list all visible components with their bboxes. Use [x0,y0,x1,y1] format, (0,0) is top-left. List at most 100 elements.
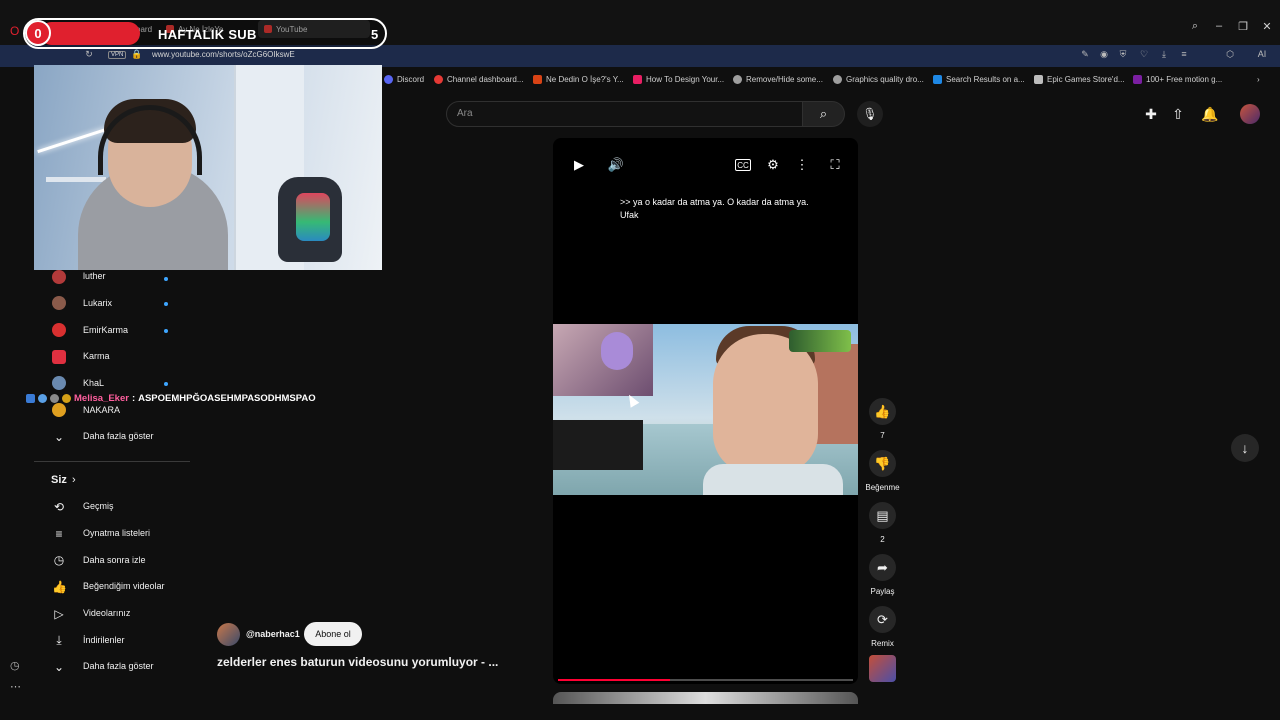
sidebar-divider [34,461,190,462]
sidebar-item-label: Lukarix [83,298,113,308]
clock-icon[interactable]: ◷ [10,659,20,672]
notifications-icon[interactable]: 🔔 [1201,105,1219,123]
thumbs-up-icon: 👍 [52,580,67,594]
chevron-down-icon: ⌄ [53,660,65,674]
youtube-icon [434,75,443,84]
chat-text: ASPOEMHPĞOASEHMPASODHMSPAO [138,392,316,404]
bookmark-channel-dashboard[interactable]: Channel dashboard... [434,75,524,84]
sidebar-item-label: Videolarınız [83,608,131,618]
sidebar-item-label: Daha sonra izle [83,555,146,565]
webcam-feed [34,65,382,270]
thumbs-down-icon: 👎 [874,455,891,471]
url-field[interactable]: www.youtube.com/shorts/oZcG6OIkswE [152,50,295,59]
chevron-right-icon: › [72,474,76,486]
bookmark-label: Search Results on a... [946,75,1025,84]
live-indicator [164,277,168,281]
extension-icon[interactable]: ⬡ [1223,49,1237,60]
bookmark-label: Remove/Hide some... [746,75,823,84]
download-icon[interactable]: ⤓ [1157,49,1171,60]
ai-icon[interactable]: AI [1250,49,1274,59]
search-placeholder: Ara [457,108,473,119]
search-icon: ⌕ [819,106,828,121]
like-button[interactable]: 👍 [869,398,896,425]
comments-button[interactable]: ▤ [869,502,896,529]
more-icon[interactable]: ⋯ [10,680,21,693]
subscribe-button[interactable]: Abone ol [304,622,362,646]
video-frame-inset-streamer [601,332,633,370]
sub-goal-label: HAFTALIK SUB [158,27,257,42]
edit-icon[interactable]: ✎ [1078,49,1092,60]
sidebar-item-label: Karma [83,351,110,361]
chat-separator: : [131,392,136,404]
live-indicator [164,382,168,386]
bookmark-remove-hide[interactable]: Remove/Hide some... [733,75,823,84]
more-options-icon[interactable]: ⋮ [793,156,811,174]
audio-thumbnail[interactable] [869,655,896,682]
sidebar-item-label: Daha fazla göster [83,431,154,441]
gear-icon [733,75,742,84]
account-avatar[interactable] [1240,104,1260,124]
close-icon[interactable]: ✕ [1257,20,1277,33]
reload-icon[interactable]: ↻ [82,49,96,60]
menu-icon[interactable]: ≡ [1177,49,1191,59]
share-button[interactable]: ➦ [869,554,896,581]
bookmarks-overflow-icon[interactable]: › [1257,75,1260,84]
verified-badge-icon [38,393,47,403]
bookmark-label: Epic Games Store'd... [1047,75,1125,84]
browser-search-icon[interactable]: ⌕ [1185,20,1205,33]
microphone-icon: 🎙 [862,107,878,121]
play-icon[interactable]: ▶ [570,156,588,174]
upload-icon[interactable]: ⇧ [1169,105,1187,123]
shield-icon[interactable]: ⛨ [1116,49,1130,60]
restore-icon[interactable]: ❐ [1233,20,1253,33]
fullscreen-icon[interactable]: ⛶ [826,156,844,174]
chat-message: Melisa_Eker : ASPOEMHPĞOASEHMPASODHMSPAO [26,391,316,405]
arrow-down-icon: ↓ [1241,440,1249,456]
volume-icon[interactable]: 🔊 [607,156,625,174]
remix-button[interactable]: ⟳ [869,606,896,633]
minimize-icon[interactable]: – [1209,20,1229,32]
bookmark-label: How To Design Your... [646,75,725,84]
bookmark-ne-dedin[interactable]: Ne Dedin O İşe?'s Y... [533,75,624,84]
bookmark-search-results[interactable]: Search Results on a... [933,75,1025,84]
webcam-microphone-rgb [296,193,330,241]
next-short-preview[interactable] [553,692,858,704]
create-icon[interactable]: ✚ [1142,105,1160,123]
bookmark-discord[interactable]: Discord [384,75,424,84]
video-frame-face [713,334,818,474]
captions-icon[interactable]: CC [735,159,751,171]
heart-icon[interactable]: ♡ [1137,49,1151,60]
remix-icon: ⟳ [877,611,888,627]
next-video-button[interactable]: ↓ [1231,434,1259,462]
sidebar-item-label: Geçmiş [83,501,114,511]
dislike-button[interactable]: 👎 [869,450,896,477]
sidebar-item-label: İndirilenler [83,635,125,645]
chat-username: Melisa_Eker [74,392,129,404]
bookmark-icon [1034,75,1043,84]
vpn-badge[interactable]: VPN [108,51,127,59]
webcam-shelf [46,177,106,182]
channel-avatar [52,296,66,310]
bookmark-graphics-quality[interactable]: Graphics quality dro... [833,75,924,84]
progress-fill [558,679,670,681]
video-frame [553,324,858,495]
bookmark-epic-games[interactable]: Epic Games Store'd... [1034,75,1125,84]
bookmark-free-motion[interactable]: 100+ Free motion g... [1133,75,1222,84]
voice-search-button[interactable]: 🎙 [857,101,883,127]
video-title[interactable]: zelderler enes baturun videosunu yorumlu… [217,655,498,669]
channel-avatar [52,376,66,390]
camera-icon[interactable]: ◉ [1097,49,1111,60]
sidebar-section-title: Siz [51,474,67,486]
bookmark-how-to-design[interactable]: How To Design Your... [633,75,724,84]
sidebar-item-label: EmirKarma [83,325,129,335]
sub-goal-target: 5 [371,27,379,42]
moderator-badge-icon [26,393,35,403]
search-button[interactable]: ⌕ [803,101,845,127]
sidebar-item-label: KhaL [83,378,105,388]
settings-gear-icon[interactable]: ⚙ [764,156,782,174]
channel-name[interactable]: @naberhac1 [246,629,300,639]
bookmark-label: Discord [397,75,425,84]
search-input[interactable] [446,101,803,127]
channel-avatar[interactable] [217,623,240,646]
opera-logo-icon[interactable]: O [10,24,19,38]
